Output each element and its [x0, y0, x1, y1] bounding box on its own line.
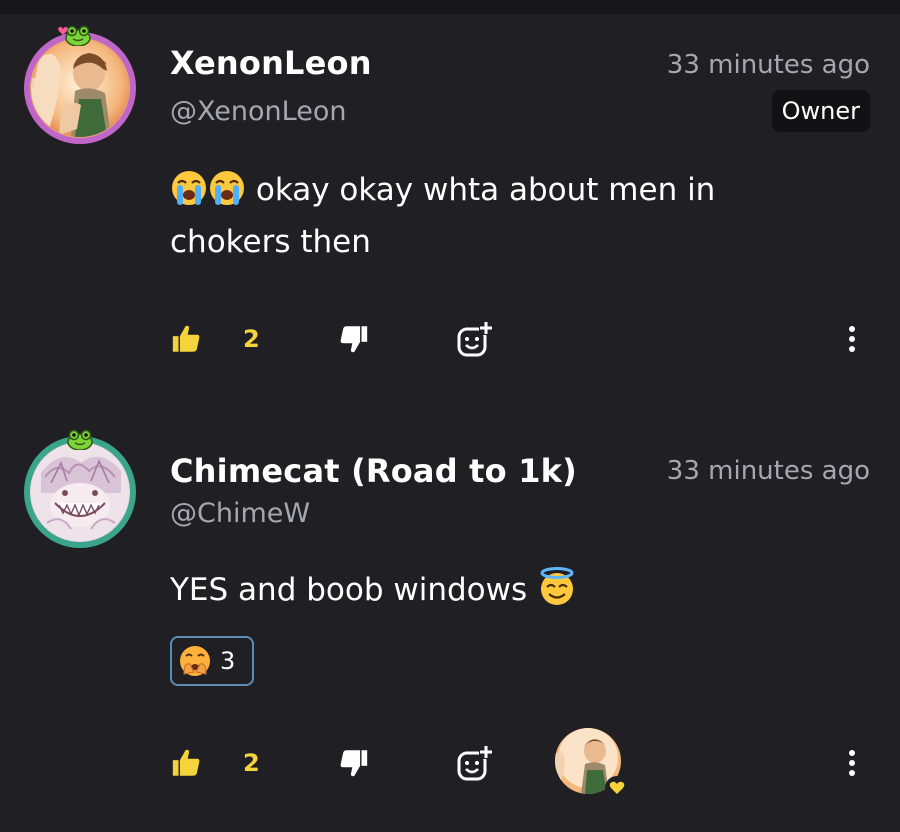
- more-vertical-icon: [849, 750, 855, 776]
- more-vertical-icon: [849, 326, 855, 352]
- like-count: 2: [243, 749, 260, 777]
- avatar-chimecat[interactable]: [24, 429, 144, 556]
- dislike-button[interactable]: [336, 738, 370, 788]
- heart-small-icon: [58, 27, 68, 35]
- creator-heart-badge: [605, 776, 629, 800]
- add-reaction-button[interactable]: [455, 738, 495, 788]
- add-reaction-icon: [457, 321, 493, 357]
- avatar-xenonleon[interactable]: [24, 25, 144, 152]
- comment-actions: 2: [0, 314, 900, 364]
- comment-body: okay okay whta about men in chokers then: [170, 164, 810, 268]
- add-reaction-button[interactable]: [455, 314, 495, 364]
- comment-xenonleon: XenonLeon @XenonLeon 33 minutes ago Owne…: [0, 14, 900, 394]
- author-handle[interactable]: @ChimeW: [170, 498, 310, 529]
- like-count: 2: [243, 325, 260, 353]
- dislike-button[interactable]: [336, 314, 370, 364]
- author-name[interactable]: XenonLeon: [170, 44, 372, 82]
- reaction-chip[interactable]: 3: [170, 636, 254, 686]
- timestamp: 33 minutes ago: [666, 456, 870, 486]
- more-options-button[interactable]: [840, 314, 864, 364]
- reaction-count: 3: [220, 647, 236, 675]
- comment-actions: 2: [0, 728, 900, 800]
- comment-text-line-1: okay okay whta about men in: [246, 172, 716, 208]
- loudly-crying-face-icon: [172, 171, 206, 205]
- avatar-image: [31, 443, 129, 541]
- top-bar: [0, 0, 900, 14]
- like-button[interactable]: [170, 738, 204, 788]
- add-reaction-icon: [457, 745, 493, 781]
- loudly-crying-face-icon: [210, 171, 244, 205]
- more-options-button[interactable]: [840, 738, 864, 788]
- owner-badge: Owner: [771, 90, 870, 132]
- comment-line-1: okay okay whta about men in: [170, 164, 810, 216]
- frog-badge-icon: [65, 25, 91, 46]
- shushing-face-icon: [180, 646, 210, 676]
- thumbs-up-icon: [172, 325, 200, 352]
- thumbs-up-icon: [172, 749, 200, 776]
- comment-text-line-2: chokers then: [170, 224, 371, 260]
- comment-text: YES and boob windows: [170, 572, 537, 608]
- author-handle[interactable]: @XenonLeon: [170, 96, 346, 127]
- like-button[interactable]: [170, 314, 204, 364]
- comment-chimecat: Chimecat (Road to 1k) @ChimeW 33 minutes…: [0, 420, 900, 832]
- comment-body: YES and boob windows: [170, 564, 810, 616]
- smiling-face-with-halo-icon: [540, 567, 574, 605]
- thumbs-down-icon: [340, 326, 368, 353]
- timestamp: 33 minutes ago: [666, 50, 870, 80]
- avatar-image: [31, 39, 129, 137]
- thumbs-down-icon: [340, 750, 368, 777]
- author-name[interactable]: Chimecat (Road to 1k): [170, 452, 577, 490]
- frog-badge-icon: [67, 429, 93, 450]
- heart-icon: [609, 781, 625, 794]
